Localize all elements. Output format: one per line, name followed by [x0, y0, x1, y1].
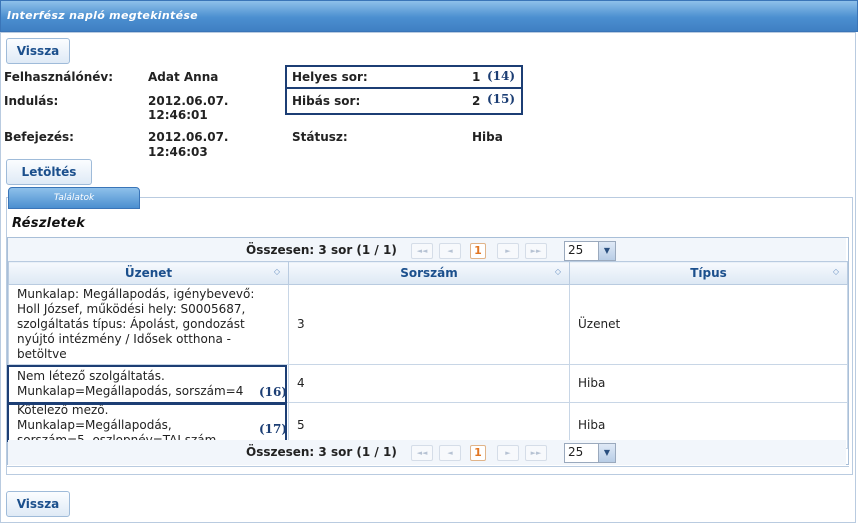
results-tab[interactable]: Találatok: [8, 187, 140, 209]
sort-icon: ◇: [554, 267, 561, 276]
next-page-button[interactable]: ►: [497, 445, 519, 461]
column-header-type[interactable]: Típus ◇: [569, 261, 848, 285]
page-size-value: 25: [568, 243, 584, 257]
cell-number: 3: [288, 284, 570, 365]
first-page-button[interactable]: ◄◄: [411, 445, 433, 461]
column-header-message[interactable]: Üzenet ◇: [8, 261, 289, 285]
cell-message: Munkalap: Megállapodás, igénybevevő: Hol…: [8, 284, 289, 365]
row-4-callout: [7, 365, 287, 404]
page-size-select[interactable]: 25 ▼: [564, 443, 616, 463]
page-1-button[interactable]: 1: [470, 445, 486, 461]
username-value: Adat Anna: [148, 70, 219, 84]
callout-16: (16): [259, 385, 288, 399]
pager-summary: Összesen: 3 sor (1 / 1): [246, 243, 397, 257]
error-label: Hibás sor:: [292, 94, 361, 108]
correct-label: Helyes sor:: [292, 70, 368, 84]
cell-type: Hiba: [569, 364, 848, 403]
first-page-button[interactable]: ◄◄: [411, 243, 433, 259]
back-button-top[interactable]: Vissza: [6, 38, 70, 64]
end-time: 12:46:03: [148, 145, 208, 159]
sort-icon: ◇: [273, 267, 280, 276]
details-title: Részletek: [12, 216, 86, 231]
page-size-select[interactable]: 25 ▼: [564, 241, 616, 261]
pager-summary: Összesen: 3 sor (1 / 1): [246, 445, 397, 459]
page-1-button[interactable]: 1: [470, 243, 486, 259]
start-date: 2012.06.07.: [148, 94, 229, 108]
chevron-down-icon: ▼: [598, 444, 615, 462]
callout-15: (15): [487, 92, 516, 106]
next-page-button[interactable]: ►: [497, 243, 519, 259]
cell-number: 4: [288, 364, 570, 403]
start-label: Indulás:: [4, 94, 59, 108]
table-row[interactable]: Munkalap: Megállapodás, igénybevevő: Hol…: [8, 284, 848, 365]
download-button[interactable]: Letöltés: [6, 159, 92, 185]
window-titlebar: Interfész napló megtekintése: [0, 0, 858, 32]
start-time: 12:46:01: [148, 108, 208, 122]
status-label: Státusz:: [292, 130, 348, 144]
cell-type: Üzenet: [569, 284, 848, 365]
window-title: Interfész napló megtekintése: [7, 9, 198, 22]
back-button-bottom[interactable]: Vissza: [6, 491, 70, 517]
prev-page-button[interactable]: ◄: [439, 445, 461, 461]
username-label: Felhasználónév:: [4, 70, 114, 84]
status-value: Hiba: [472, 130, 503, 144]
callout-17: (17): [259, 422, 288, 436]
prev-page-button[interactable]: ◄: [439, 243, 461, 259]
divider: [7, 466, 849, 467]
sort-icon: ◇: [832, 267, 839, 276]
chevron-down-icon: ▼: [598, 242, 615, 260]
last-page-button[interactable]: ►►: [525, 243, 547, 259]
column-header-number[interactable]: Sorszám ◇: [288, 261, 570, 285]
row-5-callout: [7, 403, 287, 442]
page-size-value: 25: [568, 445, 584, 459]
last-page-button[interactable]: ►►: [525, 445, 547, 461]
end-date: 2012.06.07.: [148, 130, 229, 144]
table-header-row: Üzenet ◇ Sorszám ◇ Típus ◇: [8, 261, 848, 285]
error-value: 2: [472, 94, 481, 108]
pager-bottom: Összesen: 3 sor (1 / 1) ◄◄ ◄ 1 ► ►► 25 ▼: [8, 440, 846, 465]
callout-14: (14): [487, 69, 516, 83]
pager-top: Összesen: 3 sor (1 / 1) ◄◄ ◄ 1 ► ►► 25 ▼: [8, 238, 846, 263]
end-label: Befejezés:: [4, 130, 74, 144]
correct-value: 1: [472, 70, 481, 84]
